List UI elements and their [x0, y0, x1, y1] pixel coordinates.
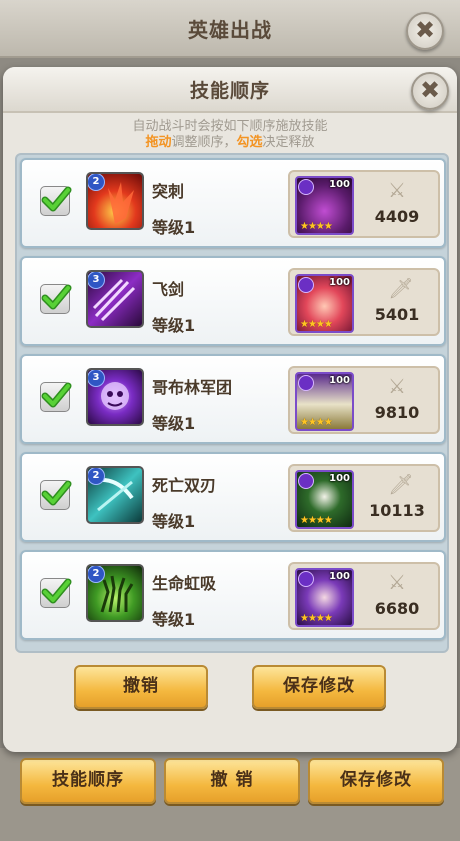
checkmark-icon	[41, 578, 72, 604]
skill-rank-badge: 3	[88, 272, 105, 289]
skill-row[interactable]: 2 死亡双刃 等级1 100 ★★★★ 🗡 10113	[20, 452, 446, 542]
hero-level: 100	[329, 375, 350, 386]
hint-drag-desc: 调整顺序，	[171, 135, 237, 150]
hero-deploy-title: 英雄出战	[188, 18, 272, 42]
skill-checkbox[interactable]	[40, 382, 72, 412]
footer-undo-button[interactable]: 撤 销	[164, 758, 300, 804]
hero-deploy-close-button[interactable]: ✖	[406, 12, 444, 50]
skill-row[interactable]: 3 哥布林军团 等级1 100 ★★★★ ⚔ 9810	[20, 354, 446, 444]
life-drain-skill-icon: 2	[86, 564, 144, 622]
hero-power: 4409	[374, 207, 420, 226]
hero-power: 9810	[374, 403, 420, 422]
hero-type-icon	[298, 375, 314, 391]
crossed-swords-icon: ⚔	[388, 374, 406, 398]
hint-drag-word: 拖动	[145, 135, 172, 150]
hero-portrait: 100 ★★★★	[295, 470, 354, 529]
hero-power: 5401	[374, 305, 420, 324]
sword-icon: 🗡	[388, 472, 414, 496]
skill-name: 死亡双刃	[152, 476, 217, 495]
skill-list: 2 突刺 等级1 100 ★★★★ ⚔ 4409 3 飞剑 等级1 100 ★★★★…	[15, 153, 449, 653]
checkmark-icon	[41, 186, 72, 212]
hero-deploy-header: 英雄出战 ✖	[0, 0, 460, 58]
hero-power: 10113	[369, 501, 425, 520]
hero-type-icon	[298, 179, 314, 195]
footer-skill-order-button[interactable]: 技能顺序	[20, 758, 156, 804]
hero-level: 100	[329, 179, 350, 190]
hero-level: 100	[329, 473, 350, 484]
hero-info-box: 100 ★★★★ ⚔ 6680	[288, 562, 440, 630]
hero-portrait: 100 ★★★★	[295, 568, 354, 627]
skill-level: 等级1	[152, 316, 196, 335]
skill-level: 等级1	[152, 610, 196, 629]
skill-checkbox[interactable]	[40, 480, 72, 510]
hero-stars: ★★★★	[300, 515, 333, 526]
hero-power: 6680	[374, 599, 420, 618]
crossed-swords-icon: ⚔	[388, 570, 406, 594]
skill-rank-badge: 3	[88, 370, 105, 387]
skill-order-close-button[interactable]: ✖	[411, 72, 449, 110]
skill-name: 突刺	[152, 182, 185, 201]
hero-stars: ★★★★	[300, 613, 333, 624]
hero-info-box: 100 ★★★★ 🗡 5401	[288, 268, 440, 336]
skill-row[interactable]: 2 生命虹吸 等级1 100 ★★★★ ⚔ 6680	[20, 550, 446, 640]
skill-checkbox[interactable]	[40, 284, 72, 314]
hero-info-box: 100 ★★★★ ⚔ 9810	[288, 366, 440, 434]
undo-button[interactable]: 撤销	[74, 665, 208, 709]
skill-name: 飞剑	[152, 280, 185, 299]
hero-info-box: 100 ★★★★ 🗡 10113	[288, 464, 440, 532]
hero-portrait: 100 ★★★★	[295, 372, 354, 431]
skill-level: 等级1	[152, 414, 196, 433]
skill-rank-badge: 2	[88, 468, 105, 485]
hint-text-line2: 拖动调整顺序，勾选决定释放	[3, 131, 457, 150]
crossed-swords-icon: ⚔	[388, 178, 406, 202]
hero-stars: ★★★★	[300, 221, 333, 232]
skill-name: 生命虹吸	[152, 574, 217, 593]
hero-level: 100	[329, 277, 350, 288]
skill-order-title: 技能顺序	[189, 80, 270, 102]
flying-sword-skill-icon: 3	[86, 270, 144, 328]
goblin-legion-skill-icon: 3	[86, 368, 144, 426]
thrust-skill-icon: 2	[86, 172, 144, 230]
skill-row[interactable]: 2 突刺 等级1 100 ★★★★ ⚔ 4409	[20, 158, 446, 248]
hero-type-icon	[298, 473, 314, 489]
skill-level: 等级1	[152, 512, 196, 531]
skill-order-modal: 技能顺序 ✖ 自动战斗时会按如下顺序施放技能 拖动调整顺序，勾选决定释放 2 突…	[3, 67, 457, 752]
hint-check-word: 勾选	[236, 135, 263, 150]
checkmark-icon	[41, 284, 72, 310]
checkmark-icon	[41, 480, 72, 506]
hero-stars: ★★★★	[300, 319, 333, 330]
death-blades-skill-icon: 2	[86, 466, 144, 524]
hero-level: 100	[329, 571, 350, 582]
sword-icon: 🗡	[388, 276, 414, 300]
skill-rank-badge: 2	[88, 174, 105, 191]
hero-info-box: 100 ★★★★ ⚔ 4409	[288, 170, 440, 238]
hint-check-desc: 决定释放	[262, 135, 315, 150]
skill-name: 哥布林军团	[152, 378, 233, 397]
checkmark-icon	[41, 382, 72, 408]
skill-checkbox[interactable]	[40, 186, 72, 216]
hero-type-icon	[298, 571, 314, 587]
hero-portrait: 100 ★★★★	[295, 274, 354, 333]
footer-save-button[interactable]: 保存修改	[308, 758, 444, 804]
skill-row[interactable]: 3 飞剑 等级1 100 ★★★★ 🗡 5401	[20, 256, 446, 346]
skill-rank-badge: 2	[88, 566, 105, 583]
hero-type-icon	[298, 277, 314, 293]
hero-stars: ★★★★	[300, 417, 333, 428]
skill-checkbox[interactable]	[40, 578, 72, 608]
skill-level: 等级1	[152, 218, 196, 237]
skill-order-header: 技能顺序	[3, 67, 457, 113]
save-changes-button[interactable]: 保存修改	[252, 665, 386, 709]
hero-portrait: 100 ★★★★	[295, 176, 354, 235]
